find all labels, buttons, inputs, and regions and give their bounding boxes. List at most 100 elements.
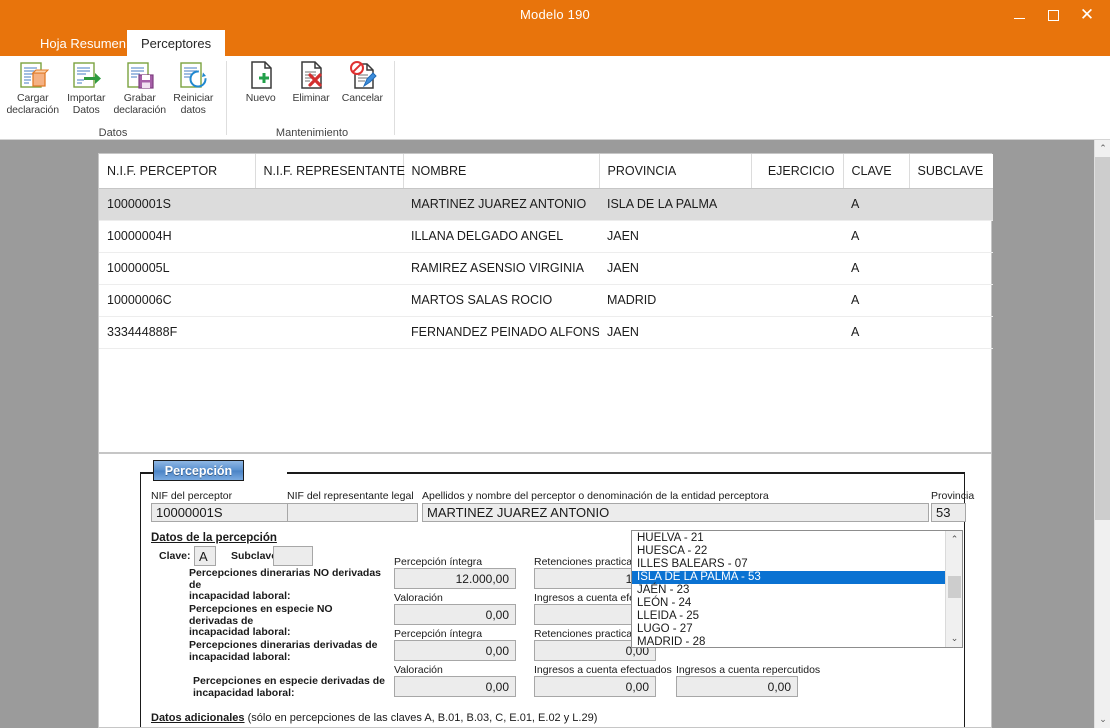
percepcion-row-1-left-input[interactable]: 0,00 — [394, 604, 516, 625]
column-header-nif-representante[interactable]: N.I.F. REPRESENTANTE — [255, 154, 405, 189]
percepcion-row-3-right-input[interactable]: 0,00 — [534, 676, 656, 697]
provincia-option[interactable]: LLEIDA - 25 — [632, 610, 945, 623]
work-area: N.I.F. PERCEPTOR N.I.F. REPRESENTANTE NO… — [0, 140, 1094, 728]
load-document-icon — [17, 59, 50, 91]
cell-provincia: JAEN — [599, 220, 751, 253]
cell-nombre: MARTINEZ JUAREZ ANTONIO — [403, 188, 599, 221]
cargar-declaracion-button[interactable]: Cargar declaración — [6, 56, 60, 122]
provincia-option[interactable]: HUESCA - 22 — [632, 545, 945, 558]
ribbon-separator-1 — [226, 61, 227, 135]
cell-provincia: ISLA DE LA PALMA — [599, 188, 751, 221]
percepcion-row-0-left-input[interactable]: 12.000,00 — [394, 568, 516, 589]
groupbox-border-right — [287, 472, 964, 474]
ingresos-repercutidos-input[interactable]: 0,00 — [676, 676, 798, 697]
provincia-label: Provincia — [931, 490, 975, 502]
cell-nif-perceptor: 10000005L — [99, 252, 255, 285]
nif-perceptor-input[interactable]: 10000001S — [151, 503, 302, 522]
table-row[interactable]: 10000004H ILLANA DELGADO ANGEL JAEN A — [99, 220, 993, 253]
cell-nif-representante — [255, 220, 403, 253]
cell-subclave — [909, 252, 993, 285]
provincia-option[interactable]: MADRID - 28 — [632, 636, 945, 649]
cell-nombre: MARTOS SALAS ROCIO — [403, 284, 599, 317]
reiniciar-datos-button[interactable]: Reiniciar datos — [167, 56, 221, 122]
cell-subclave — [909, 188, 993, 221]
cell-clave: A — [843, 188, 909, 221]
percepcion-row-2-description: Percepciones dinerarias derivadas de inca… — [189, 639, 378, 663]
nuevo-button[interactable]: Nuevo — [236, 56, 285, 122]
ribbon: Cargar declaración Importar Datos Grabar… — [0, 56, 1110, 140]
provincia-dropdown-list[interactable]: HUELVA - 21 HUESCA - 22 ILLES BALEARS - … — [631, 530, 963, 648]
provincia-option[interactable]: LUGO - 27 — [632, 623, 945, 636]
close-button[interactable]: ✕ — [1070, 0, 1104, 30]
table-row[interactable]: 10000005L RAMIREZ ASENSIO VIRGINIA JAEN … — [99, 252, 993, 285]
cell-nif-representante — [255, 284, 403, 317]
ingresos-repercutidos-label: Ingresos a cuenta repercutidos — [676, 664, 821, 676]
datos-percepcion-heading: Datos de la percepción — [151, 532, 277, 544]
table-row[interactable]: 333444888F FERNANDEZ PEINADO ALFONSO JAE… — [99, 316, 993, 349]
cancel-document-pencil-icon — [346, 59, 378, 91]
column-header-subclave[interactable]: SUBCLAVE — [909, 154, 993, 189]
window-controls: ✕ — [1002, 0, 1104, 30]
provincia-option[interactable]: HUELVA - 21 — [632, 532, 945, 545]
provincia-input[interactable]: 53 — [931, 503, 966, 522]
percepcion-detail-panel: Percepción NIF del perceptor 10000001S N… — [98, 453, 992, 728]
column-header-ejercicio[interactable]: EJERCICIO — [751, 154, 844, 189]
ribbon-group-mantenimiento: Nuevo Eliminar Cancelar Mantenimiento — [236, 56, 388, 140]
scroll-down-icon[interactable]: ⌄ — [1095, 711, 1110, 728]
minimize-icon — [1013, 18, 1025, 19]
table-row[interactable]: 10000006C MARTOS SALAS ROCIO MADRID A — [99, 284, 993, 317]
cell-clave: A — [843, 316, 909, 349]
groupbox-border-left — [141, 472, 153, 474]
ribbon-separator-2 — [394, 61, 395, 135]
grabar-declaracion-button[interactable]: Grabar declaración — [113, 56, 167, 122]
percepcion-groupbox-title: Percepción — [153, 460, 244, 481]
provincia-option-selected[interactable]: ISLA DE LA PALMA - 53 — [632, 571, 945, 584]
column-header-clave[interactable]: CLAVE — [843, 154, 910, 189]
cell-ejercicio — [751, 284, 843, 317]
cell-subclave — [909, 284, 993, 317]
scroll-thumb[interactable] — [1095, 157, 1110, 520]
minimize-button[interactable] — [1002, 0, 1036, 30]
provincia-option[interactable]: JAÉN - 23 — [632, 584, 945, 597]
tab-perceptores[interactable]: Perceptores — [127, 30, 226, 56]
dropdown-scroll-down-icon[interactable]: ⌄ — [946, 630, 963, 647]
nombre-perceptor-input[interactable]: MARTINEZ JUAREZ ANTONIO — [422, 503, 929, 522]
column-header-nombre[interactable]: NOMBRE — [403, 154, 600, 189]
grabar-declaracion-label: Grabar declaración — [113, 92, 167, 116]
cell-ejercicio — [751, 220, 843, 253]
scroll-up-icon[interactable]: ⌃ — [1095, 140, 1110, 157]
provincia-option[interactable]: LEÓN - 24 — [632, 597, 945, 610]
percepcion-row-1-description: Percepciones en especie NO derivadas de i… — [189, 603, 333, 638]
maximize-button[interactable] — [1036, 0, 1070, 30]
cell-subclave — [909, 316, 993, 349]
close-icon: ✕ — [1079, 4, 1095, 24]
cell-ejercicio — [751, 316, 843, 349]
clave-input[interactable]: A — [194, 546, 216, 566]
dropdown-scroll-thumb[interactable] — [948, 576, 961, 598]
importar-datos-button[interactable]: Importar Datos — [60, 56, 114, 122]
percepcion-row-3-description: Percepciones en especie derivadas de inca… — [193, 675, 386, 699]
cell-provincia: JAEN — [599, 252, 751, 285]
perceptores-grid[interactable]: N.I.F. PERCEPTOR N.I.F. REPRESENTANTE NO… — [98, 153, 993, 453]
cancelar-button[interactable]: Cancelar — [337, 56, 388, 122]
column-header-nif-perceptor[interactable]: N.I.F. PERCEPTOR — [99, 154, 256, 189]
nif-representante-input[interactable] — [287, 503, 418, 522]
tab-hoja-resumen[interactable]: Hoja Resumen — [26, 30, 140, 56]
window-title: Modelo 190 — [520, 7, 590, 22]
cell-ejercicio — [751, 188, 843, 221]
provincia-option[interactable]: ILLES BALEARS - 07 — [632, 558, 945, 571]
percepcion-row-2-left-input[interactable]: 0,00 — [394, 640, 516, 661]
import-arrow-icon — [70, 59, 102, 91]
column-header-provincia[interactable]: PROVINCIA — [599, 154, 752, 189]
table-row[interactable]: 10000001S MARTINEZ JUAREZ ANTONIO ISLA D… — [99, 188, 993, 221]
subclave-input[interactable] — [273, 546, 313, 566]
dropdown-scroll-up-icon[interactable]: ⌃ — [946, 531, 963, 548]
main-vertical-scrollbar[interactable]: ⌃ ⌄ — [1094, 140, 1110, 728]
percepcion-row-3-left-label: Valoración — [394, 664, 443, 676]
cell-provincia: MADRID — [599, 284, 751, 317]
eliminar-button[interactable]: Eliminar — [285, 56, 336, 122]
title-bar: Modelo 190 ✕ — [0, 0, 1110, 30]
refresh-circular-icon — [177, 59, 209, 91]
percepcion-row-3-left-input[interactable]: 0,00 — [394, 676, 516, 697]
provincia-dropdown-scrollbar[interactable]: ⌃ ⌄ — [945, 531, 962, 647]
